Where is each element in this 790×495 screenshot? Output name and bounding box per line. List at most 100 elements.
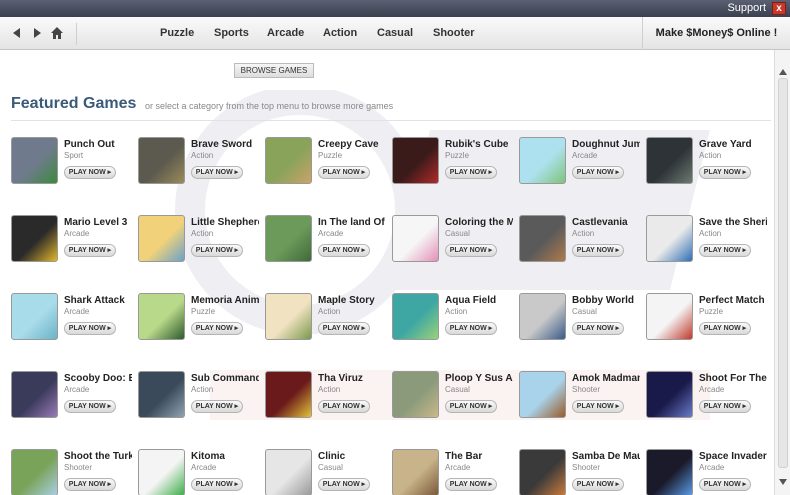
game-name[interactable]: Shoot the Turkey (64, 451, 132, 462)
scroll-thumb[interactable] (778, 78, 788, 468)
game-name[interactable]: Scooby Doo: Episode 1 (64, 373, 132, 384)
game-name[interactable]: Perfect Match (699, 295, 767, 306)
support-link[interactable]: Support (727, 2, 766, 14)
menu-puzzle[interactable]: Puzzle (160, 27, 194, 39)
make-money-link[interactable]: Make $Money$ Online ! (642, 17, 790, 50)
vertical-scrollbar[interactable] (774, 50, 790, 495)
game-name[interactable]: Save the Sheriff (699, 217, 767, 228)
game-card[interactable]: Punch Out Sport PLAY NOW ▸ (11, 136, 138, 196)
game-thumbnail[interactable] (11, 449, 58, 495)
game-card[interactable]: Scooby Doo: Episode 1Arcade PLAY NOW ▸ (11, 370, 138, 430)
game-card[interactable]: Save the SheriffAction PLAY NOW ▸ (646, 214, 773, 274)
game-name[interactable]: Doughnut Jump (572, 139, 640, 150)
play-now-button[interactable]: PLAY NOW ▸ (318, 400, 370, 413)
game-name[interactable]: Castlevania (572, 217, 640, 228)
game-card[interactable]: Bobby World Casual PLAY NOW ▸ (519, 292, 646, 352)
game-name[interactable]: Coloring the Monster (445, 217, 513, 228)
play-now-button[interactable]: PLAY NOW ▸ (445, 478, 497, 491)
game-thumbnail[interactable] (392, 371, 439, 418)
game-card[interactable]: Castlevania Action PLAY NOW ▸ (519, 214, 646, 274)
game-card[interactable]: Creepy Cave Puzzle PLAY NOW ▸ (265, 136, 392, 196)
play-now-button[interactable]: PLAY NOW ▸ (318, 166, 370, 179)
game-name[interactable]: Kitoma (191, 451, 259, 462)
back-arrow-icon[interactable] (10, 26, 24, 40)
game-card[interactable]: Space Invaders Arcade PLAY NOW ▸ (646, 448, 773, 495)
game-name[interactable]: Shoot For The Stars (699, 373, 767, 384)
game-name[interactable]: Samba De Mausi (572, 451, 640, 462)
play-now-button[interactable]: PLAY NOW ▸ (191, 244, 243, 257)
game-card[interactable]: Shoot For The StarsArcade PLAY NOW ▸ (646, 370, 773, 430)
game-name[interactable]: Tha Viruz (318, 373, 386, 384)
game-name[interactable]: Shark Attack (64, 295, 132, 306)
game-card[interactable]: Rubik's Cube Puzzle PLAY NOW ▸ (392, 136, 519, 196)
play-now-button[interactable]: PLAY NOW ▸ (191, 478, 243, 491)
game-name[interactable]: Ploop Y Sus Amigos (445, 373, 513, 384)
game-name[interactable]: Bobby World (572, 295, 640, 306)
game-thumbnail[interactable] (138, 137, 185, 184)
game-name[interactable]: Creepy Cave (318, 139, 386, 150)
game-name[interactable]: Rubik's Cube (445, 139, 513, 150)
game-card[interactable]: Mario Level 3 Arcade PLAY NOW ▸ (11, 214, 138, 274)
play-now-button[interactable]: PLAY NOW ▸ (699, 244, 751, 257)
menu-arcade[interactable]: Arcade (267, 27, 304, 39)
browse-games-button[interactable]: BROWSE GAMES (234, 63, 314, 78)
game-name[interactable]: Punch Out (64, 139, 132, 150)
scroll-up-arrow-icon[interactable] (778, 64, 788, 75)
game-card[interactable]: Maple Story Action PLAY NOW ▸ (265, 292, 392, 352)
game-card[interactable]: Memoria AnimalPuzzle PLAY NOW ▸ (138, 292, 265, 352)
game-card[interactable]: In The land Of painArcade PLAY NOW ▸ (265, 214, 392, 274)
game-thumbnail[interactable] (646, 449, 693, 495)
game-thumbnail[interactable] (646, 371, 693, 418)
game-name[interactable]: Sub Commander (191, 373, 259, 384)
game-thumbnail[interactable] (138, 215, 185, 262)
game-card[interactable]: Coloring the MonsterCasual PLAY NOW ▸ (392, 214, 519, 274)
game-thumbnail[interactable] (11, 137, 58, 184)
play-now-button[interactable]: PLAY NOW ▸ (572, 166, 624, 179)
game-thumbnail[interactable] (265, 137, 312, 184)
game-card[interactable]: Little Shepherd Action PLAY NOW ▸ (138, 214, 265, 274)
game-thumbnail[interactable] (138, 371, 185, 418)
game-thumbnail[interactable] (138, 449, 185, 495)
game-name[interactable]: Mario Level 3 (64, 217, 132, 228)
menu-casual[interactable]: Casual (377, 27, 413, 39)
play-now-button[interactable]: PLAY NOW ▸ (64, 322, 116, 335)
game-thumbnail[interactable] (519, 293, 566, 340)
menu-shooter[interactable]: Shooter (433, 27, 475, 39)
game-name[interactable]: Grave Yard (699, 139, 767, 150)
game-card[interactable]: Clinic Casual PLAY NOW ▸ (265, 448, 392, 495)
menu-sports[interactable]: Sports (214, 27, 249, 39)
game-card[interactable]: Samba De MausiShooter PLAY NOW ▸ (519, 448, 646, 495)
game-thumbnail[interactable] (519, 449, 566, 495)
game-thumbnail[interactable] (392, 449, 439, 495)
game-thumbnail[interactable] (265, 371, 312, 418)
play-now-button[interactable]: PLAY NOW ▸ (445, 244, 497, 257)
game-thumbnail[interactable] (138, 293, 185, 340)
game-card[interactable]: Amok Madman Shooter PLAY NOW ▸ (519, 370, 646, 430)
game-card[interactable]: The Bar Arcade PLAY NOW ▸ (392, 448, 519, 495)
play-now-button[interactable]: PLAY NOW ▸ (191, 322, 243, 335)
game-card[interactable]: Perfect Match Puzzle PLAY NOW ▸ (646, 292, 773, 352)
play-now-button[interactable]: PLAY NOW ▸ (318, 478, 370, 491)
game-name[interactable]: The Bar (445, 451, 513, 462)
scroll-down-arrow-icon[interactable] (778, 474, 788, 485)
game-thumbnail[interactable] (265, 215, 312, 262)
game-card[interactable]: Kitoma Arcade PLAY NOW ▸ (138, 448, 265, 495)
game-name[interactable]: Amok Madman (572, 373, 640, 384)
game-name[interactable]: Memoria Animal (191, 295, 259, 306)
game-thumbnail[interactable] (392, 215, 439, 262)
game-thumbnail[interactable] (519, 137, 566, 184)
game-thumbnail[interactable] (265, 449, 312, 495)
play-now-button[interactable]: PLAY NOW ▸ (572, 400, 624, 413)
game-thumbnail[interactable] (646, 137, 693, 184)
play-now-button[interactable]: PLAY NOW ▸ (64, 244, 116, 257)
play-now-button[interactable]: PLAY NOW ▸ (318, 322, 370, 335)
game-thumbnail[interactable] (11, 293, 58, 340)
game-card[interactable]: Aqua Field Action PLAY NOW ▸ (392, 292, 519, 352)
game-thumbnail[interactable] (519, 371, 566, 418)
game-thumbnail[interactable] (265, 293, 312, 340)
game-name[interactable]: Maple Story (318, 295, 386, 306)
game-card[interactable]: Ploop Y Sus AmigosCasual PLAY NOW ▸ (392, 370, 519, 430)
close-button[interactable]: x (772, 2, 786, 15)
game-thumbnail[interactable] (392, 137, 439, 184)
play-now-button[interactable]: PLAY NOW ▸ (699, 478, 751, 491)
